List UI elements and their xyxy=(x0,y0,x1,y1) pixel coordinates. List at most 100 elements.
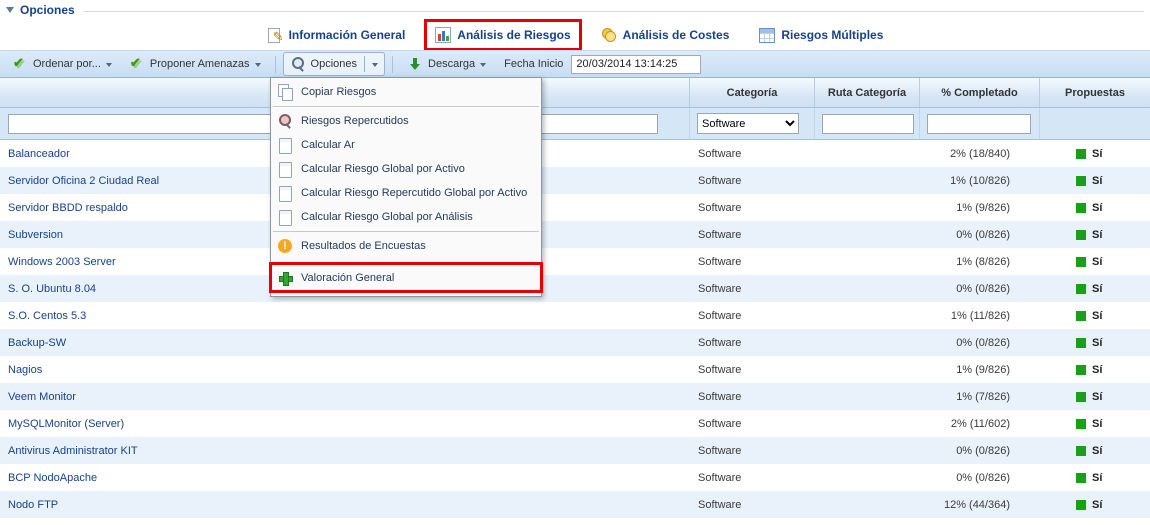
completado-cell: 0% (0/826) xyxy=(920,337,1040,349)
propuestas-cell: Sí xyxy=(1040,310,1150,322)
table-row[interactable]: Subversion Software 0% (0/826) Sí xyxy=(0,221,1150,248)
categoria-cell: Software xyxy=(690,472,815,484)
completado-cell: 2% (11/602) xyxy=(920,418,1040,430)
propuestas-value: Sí xyxy=(1092,499,1102,511)
table-row[interactable]: Antivirus Administrator KIT Software 0% … xyxy=(0,437,1150,464)
tab-label: Riesgos Múltiples xyxy=(781,28,883,42)
completado-cell: 0% (0/826) xyxy=(920,445,1040,457)
completado-cell: 1% (7/826) xyxy=(920,391,1040,403)
double-check-icon xyxy=(12,56,28,72)
propuestas-cell: Sí xyxy=(1040,445,1150,457)
green-square-icon xyxy=(1076,338,1086,348)
propuestas-value: Sí xyxy=(1092,175,1102,187)
warning-icon xyxy=(277,238,293,254)
menu-item-calcular-ar[interactable]: Calcular Ar xyxy=(271,133,541,157)
asset-name-link[interactable]: MySQLMonitor (Server) xyxy=(0,418,690,430)
sort-by-label: Ordenar por... xyxy=(33,58,101,70)
asset-name-link[interactable]: BCP NodoApache xyxy=(0,472,690,484)
tab-analisis-de-costes[interactable]: Análisis de Costes xyxy=(593,22,738,48)
toolbar-separator xyxy=(392,56,393,73)
categoria-cell: Software xyxy=(690,202,815,214)
collapse-arrow-icon[interactable] xyxy=(6,7,14,13)
asset-name-link[interactable]: Veem Monitor xyxy=(0,391,690,403)
propuestas-cell: Sí xyxy=(1040,364,1150,376)
column-header-completado[interactable]: % Completado xyxy=(920,78,1040,107)
table-row[interactable]: MySQLMonitor (Server) Software 2% (11/60… xyxy=(0,410,1150,437)
tab-label: Análisis de Riesgos xyxy=(457,28,570,42)
completado-cell: 12% (44/364) xyxy=(920,499,1040,511)
asset-name-link[interactable]: Backup-SW xyxy=(0,337,690,349)
table-row[interactable]: Veem Monitor Software 1% (7/826) Sí xyxy=(0,383,1150,410)
bar-chart-icon xyxy=(435,27,451,43)
categoria-cell: Software xyxy=(690,445,815,457)
filter-cell-completado xyxy=(920,108,1040,139)
menu-item-valoracion-general[interactable]: Valoración General xyxy=(271,264,541,291)
propuestas-cell: Sí xyxy=(1040,256,1150,268)
risk-analysis-app: Opciones Información General Análisis de… xyxy=(0,0,1150,525)
propuestas-value: Sí xyxy=(1092,229,1102,241)
menu-item-calcular-riesgo-repercutido-global-por-activo[interactable]: Calcular Riesgo Repercutido Global por A… xyxy=(271,181,541,205)
asset-name-link[interactable]: Nodo FTP xyxy=(0,499,690,511)
green-square-icon xyxy=(1076,473,1086,483)
completado-filter-input[interactable] xyxy=(927,114,1031,134)
categoria-filter-select[interactable]: Software xyxy=(697,113,799,134)
propuestas-value: Sí xyxy=(1092,364,1102,376)
asset-name-link[interactable]: Nagios xyxy=(0,364,690,376)
start-date-input[interactable] xyxy=(571,55,701,74)
propuestas-value: Sí xyxy=(1092,418,1102,430)
filter-cell-propuestas xyxy=(1040,108,1150,139)
menu-item-resultados-de-encuestas[interactable]: Resultados de Encuestas xyxy=(271,234,541,258)
filter-cell-categoria: Software xyxy=(690,108,815,139)
table-row[interactable]: Nodo FTP Software 12% (44/364) Sí xyxy=(0,491,1150,518)
table-row[interactable]: Servidor Oficina 2 Ciudad Real Software … xyxy=(0,167,1150,194)
panel-divider xyxy=(83,11,1144,12)
options-button[interactable]: Opciones xyxy=(283,52,385,76)
asset-name-link[interactable]: S.O. Centos 5.3 xyxy=(0,310,690,322)
propuestas-value: Sí xyxy=(1092,391,1102,403)
categoria-cell: Software xyxy=(690,337,815,349)
green-square-icon xyxy=(1076,446,1086,456)
table-row[interactable]: BCP NodoApache Software 0% (0/826) Sí xyxy=(0,464,1150,491)
menu-item-copiar-riesgos[interactable]: Copiar Riesgos xyxy=(271,80,541,104)
completado-cell: 0% (0/826) xyxy=(920,283,1040,295)
propuestas-cell: Sí xyxy=(1040,229,1150,241)
table-row[interactable]: Nagios Software 1% (9/826) Sí xyxy=(0,356,1150,383)
download-button[interactable]: Descarga xyxy=(400,52,493,76)
propuestas-cell: Sí xyxy=(1040,148,1150,160)
options-label: Opciones xyxy=(311,58,357,70)
menu-item-riesgos-repercutidos[interactable]: Riesgos Repercutidos xyxy=(271,109,541,133)
column-header-ruta-categoria[interactable]: Ruta Categoría xyxy=(815,78,920,107)
propuestas-value: Sí xyxy=(1092,337,1102,349)
menu-item-label: Resultados de Encuestas xyxy=(301,240,426,252)
propose-threats-button[interactable]: Proponer Amenazas xyxy=(122,52,268,76)
search-red-icon xyxy=(277,113,293,129)
menu-item-calcular-riesgo-global-por-analisis[interactable]: Calcular Riesgo Global por Análisis xyxy=(271,205,541,229)
menu-item-calcular-riesgo-global-por-activo[interactable]: Calcular Riesgo Global por Activo xyxy=(271,157,541,181)
tab-riesgos-multiples[interactable]: Riesgos Múltiples xyxy=(751,23,891,48)
table-row[interactable]: S. O. Ubuntu 8.04 Software 0% (0/826) Sí xyxy=(0,275,1150,302)
table-row[interactable]: Windows 2003 Server Software 1% (8/826) … xyxy=(0,248,1150,275)
ruta-filter-input[interactable] xyxy=(822,114,914,134)
column-header-propuestas[interactable]: Propuestas xyxy=(1040,78,1150,107)
propuestas-cell: Sí xyxy=(1040,472,1150,484)
categoria-cell: Software xyxy=(690,256,815,268)
table-row[interactable]: Servidor BBDD respaldo Software 1% (9/82… xyxy=(0,194,1150,221)
propose-threats-label: Proponer Amenazas xyxy=(150,58,250,70)
propuestas-cell: Sí xyxy=(1040,391,1150,403)
chevron-down-icon xyxy=(255,63,261,67)
grid-icon xyxy=(759,28,775,43)
table-row[interactable]: S.O. Centos 5.3 Software 1% (11/826) Sí xyxy=(0,302,1150,329)
table-row[interactable]: Backup-SW Software 0% (0/826) Sí xyxy=(0,329,1150,356)
coins-icon xyxy=(601,27,617,43)
filter-cell-ruta xyxy=(815,108,920,139)
tab-label: Información General xyxy=(289,28,406,42)
chevron-down-icon[interactable] xyxy=(372,63,378,67)
completado-cell: 1% (11/826) xyxy=(920,310,1040,322)
tab-analisis-de-riesgos[interactable]: Análisis de Riesgos xyxy=(427,22,578,48)
tab-informacion-general[interactable]: Información General xyxy=(259,22,414,48)
asset-name-link[interactable]: Antivirus Administrator KIT xyxy=(0,445,690,457)
categoria-cell: Software xyxy=(690,364,815,376)
column-header-categoria[interactable]: Categoría xyxy=(690,78,815,107)
table-row[interactable]: Balanceador Software 2% (18/840) Sí xyxy=(0,140,1150,167)
sort-by-button[interactable]: Ordenar por... xyxy=(5,52,119,76)
